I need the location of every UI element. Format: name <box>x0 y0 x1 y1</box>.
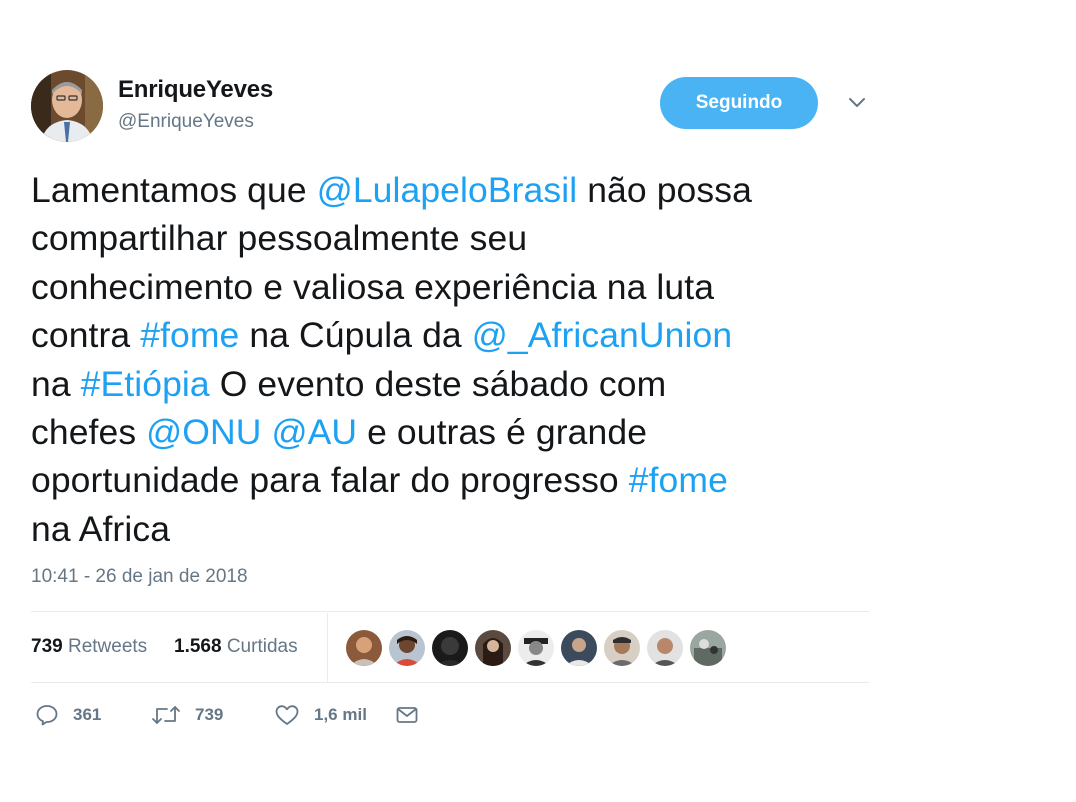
tweet-text-segment: Lamentamos que <box>31 170 317 210</box>
tweet-text-line: na #Etiópia O evento deste sábado com <box>31 360 869 408</box>
tweet-text-line: chefes @ONU @AU e outras é grande <box>31 408 869 456</box>
tweet-text-segment: contra <box>31 315 141 356</box>
liker-avatar[interactable] <box>561 630 597 666</box>
reply-icon <box>36 705 58 726</box>
retweets-count: 739 <box>31 636 63 657</box>
tweet: EnriqueYeves @EnriqueYeves Seguindo Lame… <box>31 66 869 726</box>
liker-avatar[interactable] <box>432 630 468 666</box>
tweet-text-segment: na Africa <box>31 508 171 549</box>
user-handle[interactable]: @EnriqueYeves <box>118 111 254 133</box>
tweet-text: Lamentamos que @LulapeloBrasil não possa… <box>31 166 869 553</box>
message-icon <box>396 707 418 723</box>
reply-button[interactable]: 361 <box>35 700 101 730</box>
mention-link[interactable]: @AU <box>271 412 357 452</box>
liker-avatar[interactable] <box>690 630 726 666</box>
mention-link[interactable]: @ONU <box>146 412 261 452</box>
likes-stat[interactable]: 1.568 Curtidas <box>174 636 298 658</box>
retweets-label: Retweets <box>67 636 148 657</box>
divider <box>31 611 869 612</box>
tweet-text-line: na Africa <box>31 505 869 553</box>
heart-icon <box>275 705 299 725</box>
like-count: 1,6 mil <box>314 705 367 724</box>
display-name[interactable]: EnriqueYeves <box>118 76 273 104</box>
likes-label: Curtidas <box>226 636 298 657</box>
direct-message-button[interactable] <box>395 700 419 730</box>
retweets-stat[interactable]: 739 Retweets <box>31 636 147 658</box>
tweet-text-segment: compartilhar pessoalmente seu <box>31 218 528 259</box>
liker-avatar[interactable] <box>346 630 382 666</box>
avatar[interactable] <box>31 70 103 142</box>
tweet-timestamp[interactable]: 10:41 - 26 de jan de 2018 <box>31 566 248 588</box>
tweet-text-segment: oportunidade para falar do progresso <box>31 460 629 501</box>
tweet-text-line: contra #fome na Cúpula da @_AfricanUnion <box>31 311 869 359</box>
retweet-button[interactable]: 739 <box>151 700 223 730</box>
chevron-down-icon[interactable] <box>847 96 867 110</box>
reply-count: 361 <box>73 705 102 724</box>
tweet-text-segment: e outras é grande <box>357 412 648 453</box>
hashtag-link[interactable]: #fome <box>629 460 728 500</box>
hashtag-link[interactable]: #fome <box>140 315 239 355</box>
likes-count: 1.568 <box>174 636 222 657</box>
tweet-text-line: Lamentamos que @LulapeloBrasil não possa <box>31 166 869 214</box>
tweet-header: EnriqueYeves @EnriqueYeves Seguindo <box>31 66 869 148</box>
tweet-text-segment: chefes <box>31 412 147 453</box>
tweet-text-line: conhecimento e valiosa experiência na lu… <box>31 263 869 311</box>
stats-divider <box>327 613 328 683</box>
divider <box>31 682 869 683</box>
hashtag-link[interactable]: #Etiópia <box>81 364 210 404</box>
tweet-stats: 739 Retweets 1.568 Curtidas <box>31 613 869 683</box>
tweet-text-segment: O evento deste sábado com <box>209 363 667 404</box>
mention-link[interactable]: @LulapeloBrasil <box>317 170 578 210</box>
retweet-icon <box>152 706 180 724</box>
tweet-text-segment: na <box>31 363 81 404</box>
tweet-text-segment: na Cúpula da <box>239 315 472 356</box>
liker-avatar[interactable] <box>389 630 425 666</box>
liker-avatar[interactable] <box>647 630 683 666</box>
liker-avatar[interactable] <box>518 630 554 666</box>
tweet-text-segment <box>261 412 271 452</box>
tweet-text-line: oportunidade para falar do progresso #fo… <box>31 456 869 504</box>
tweet-text-line: compartilhar pessoalmente seu <box>31 214 869 262</box>
like-button[interactable]: 1,6 mil <box>274 700 367 730</box>
tweet-text-segment: conhecimento e valiosa experiência na lu… <box>31 266 715 307</box>
retweet-count: 739 <box>195 705 224 724</box>
tweet-text-segment: não possa <box>577 170 752 210</box>
tweet-actions: 361 739 1,6 mil <box>31 700 869 730</box>
mention-link[interactable]: @_AfricanUnion <box>472 315 732 355</box>
liker-avatar[interactable] <box>604 630 640 666</box>
following-button[interactable]: Seguindo <box>660 77 818 129</box>
liker-avatar[interactable] <box>475 630 511 666</box>
